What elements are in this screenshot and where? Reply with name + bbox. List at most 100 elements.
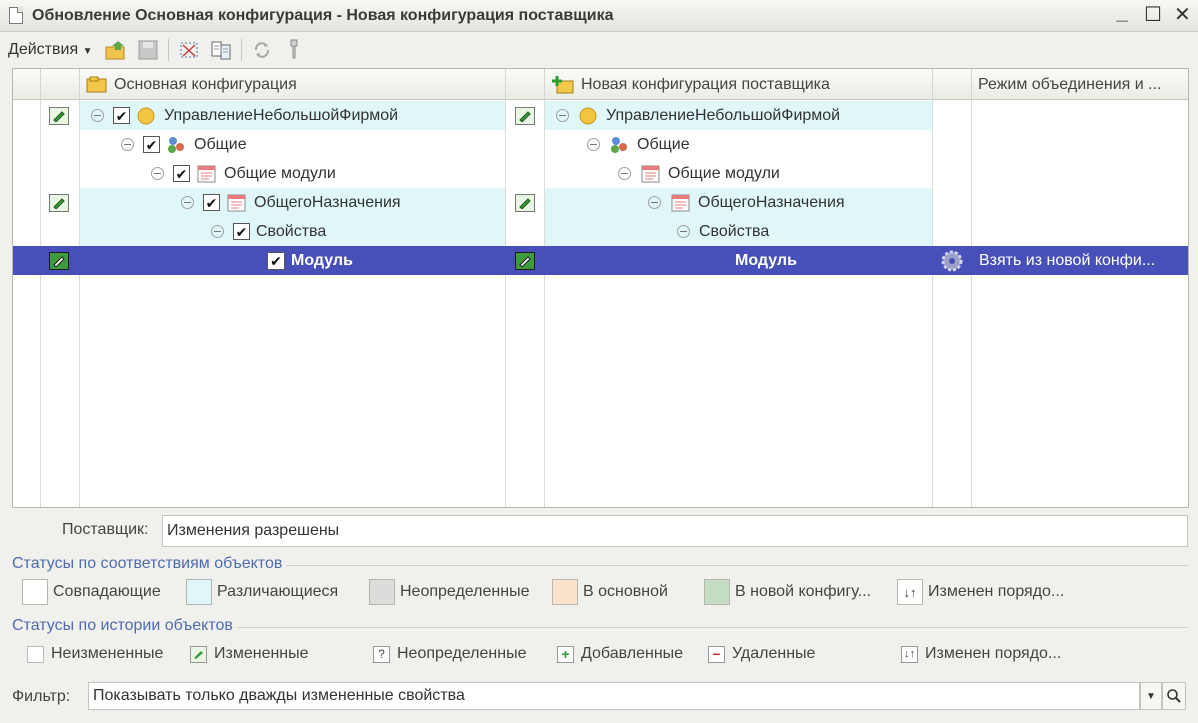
swatch-in-new	[704, 579, 730, 605]
filter-dropdown-button[interactable]: ▼	[1140, 682, 1162, 710]
swatch-matching	[22, 579, 48, 605]
merge-checkbox[interactable]: ✔	[203, 194, 220, 211]
column-header-main[interactable]: Основная конфигурация	[80, 69, 506, 100]
merge-mode-value[interactable]: Взять из новой конфи...	[979, 252, 1155, 270]
settings-icon[interactable]	[281, 37, 307, 63]
collapse-toggle-icon[interactable]	[618, 167, 631, 180]
legend-removed: − Удаленные	[708, 645, 815, 663]
merge-checkbox[interactable]: ✔	[173, 165, 190, 182]
save-icon[interactable]	[135, 37, 161, 63]
plus-icon: +	[557, 645, 574, 663]
dropdown-arrow-icon: ▼	[82, 46, 93, 57]
upload-icon[interactable]	[103, 37, 129, 63]
actions-menu[interactable]: Действия ▼	[8, 41, 92, 59]
gear-icon[interactable]	[940, 249, 964, 273]
legend-label: Добавленные	[581, 645, 684, 662]
refresh-icon[interactable]	[249, 37, 275, 63]
legend-added: + Добавленные	[557, 645, 683, 663]
unchanged-icon	[27, 645, 44, 663]
collapse-toggle-icon[interactable]	[587, 138, 600, 151]
maximize-button[interactable]: ☐	[1144, 2, 1162, 27]
common-objects-icon	[611, 136, 627, 153]
module-icon	[197, 165, 216, 182]
vendor-item-label: ОбщегоНазначения	[698, 193, 845, 211]
title-bar: Обновление Основная конфигурация - Новая…	[0, 0, 1198, 32]
supplier-field[interactable]: Изменения разрешены	[162, 515, 1188, 547]
tree-row[interactable]: ✔ УправлениеНебольшойФирмой УправлениеНе…	[13, 101, 1188, 130]
module-icon	[671, 194, 690, 211]
main-item-label: Общие	[194, 135, 247, 153]
select-icon[interactable]	[176, 37, 202, 63]
chevron-down-icon: ▼	[1146, 690, 1156, 702]
header-blank-cell	[13, 69, 41, 100]
order-changed-icon: ↓↑	[901, 645, 918, 663]
collapse-toggle-icon[interactable]	[121, 138, 134, 151]
main-item-label: УправлениеНебольшойФирмой	[164, 106, 399, 124]
collapse-toggle-icon[interactable]	[677, 225, 690, 238]
column-header-mode[interactable]: Режим объединения и ...	[972, 69, 1188, 100]
actions-label: Действия	[8, 41, 79, 58]
column-header-vendor[interactable]: Новая конфигурация поставщика	[545, 69, 933, 100]
main-item-label: Свойства	[256, 222, 327, 240]
history-status-title: Статусы по истории объектов	[12, 617, 237, 635]
tree-row[interactable]: ✔ Общие Общие	[13, 130, 1188, 159]
merge-checkbox[interactable]: ✔	[143, 136, 160, 153]
comparison-tree-grid[interactable]: Основная конфигурация Новая конфигурация…	[12, 68, 1189, 508]
main-item-label: ОбщегоНазначения	[254, 193, 401, 211]
root-configuration-icon	[137, 107, 155, 124]
order-changed-icon: ↓↑	[897, 579, 923, 605]
legend-label: Совпадающие	[53, 583, 161, 600]
legend-matching: Совпадающие	[22, 579, 161, 605]
legend-in-new: В новой конфигу...	[704, 579, 871, 605]
merge-checkbox[interactable]: ✔	[267, 251, 285, 270]
collapse-toggle-icon[interactable]	[91, 109, 104, 122]
legend-label: Неизмененные	[51, 645, 164, 662]
legend-changed: Измененные	[190, 645, 309, 663]
legend-in-main: В основной	[552, 579, 668, 605]
swatch-undefined	[369, 579, 395, 605]
main-item-label: Модуль	[291, 251, 353, 269]
legend-label: Изменен порядо...	[925, 645, 1062, 662]
compare-icon[interactable]	[208, 37, 234, 63]
vendor-item-label: Общие модули	[668, 164, 780, 182]
configuration-icon	[86, 76, 107, 92]
header-blank-cell	[41, 69, 80, 100]
collapse-toggle-icon[interactable]	[556, 109, 569, 122]
collapse-toggle-icon[interactable]	[211, 225, 224, 238]
tree-row[interactable]: ✔ ОбщегоНазначения ОбщегоНазначения	[13, 188, 1188, 217]
minus-icon: −	[708, 645, 725, 663]
legend-order-changed-history: ↓↑ Изменен порядо...	[901, 645, 1061, 663]
tree-row[interactable]: ✔ Общие модули Общие модули	[13, 159, 1188, 188]
common-objects-icon	[168, 136, 184, 153]
close-button[interactable]: ✕	[1174, 2, 1191, 27]
legend-undefined: Неопределенные	[369, 579, 529, 605]
collapse-toggle-icon[interactable]	[648, 196, 661, 209]
match-status-title: Статусы по соответствиям объектов	[12, 555, 287, 573]
search-icon	[1167, 689, 1181, 703]
collapse-toggle-icon[interactable]	[151, 167, 164, 180]
merge-checkbox[interactable]: ✔	[233, 223, 250, 240]
edited-marker-icon	[515, 106, 535, 125]
edited-marker-icon	[49, 251, 69, 270]
filter-label: Фильтр:	[12, 688, 71, 705]
edited-marker-icon	[49, 193, 69, 212]
changed-icon	[190, 645, 207, 663]
legend-label: Неопределенные	[400, 583, 530, 600]
tree-row-selected[interactable]: ✔ Модуль Модуль Взять из новой конфи...	[13, 246, 1188, 275]
header-blank-cell	[506, 69, 545, 100]
minimize-button[interactable]: _	[1114, 2, 1130, 27]
module-icon	[227, 194, 246, 211]
vendor-item-label: УправлениеНебольшойФирмой	[606, 106, 841, 124]
legend-label: Различающиеся	[217, 583, 339, 600]
merge-checkbox[interactable]: ✔	[113, 107, 130, 124]
filter-search-button[interactable]	[1162, 682, 1186, 710]
collapse-toggle-icon[interactable]	[181, 196, 194, 209]
legend-unchanged: Неизмененные	[27, 645, 163, 663]
legend-label: Изменен порядо...	[928, 583, 1065, 600]
question-icon: ?	[373, 645, 390, 663]
edited-marker-icon	[49, 106, 69, 125]
column-header-main-label: Основная конфигурация	[114, 75, 297, 93]
filter-field[interactable]: Показывать только дважды измененные свой…	[88, 682, 1140, 710]
tree-row[interactable]: ✔ Свойства Свойства	[13, 217, 1188, 246]
grid-header: Основная конфигурация Новая конфигурация…	[13, 69, 1188, 100]
